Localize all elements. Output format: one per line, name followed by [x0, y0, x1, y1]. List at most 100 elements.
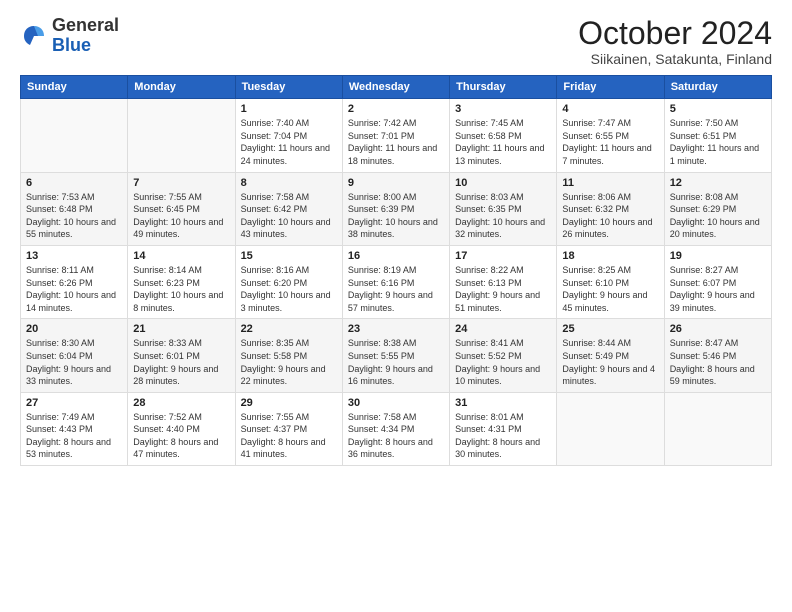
day-info: Sunrise: 8:41 AM Sunset: 5:52 PM Dayligh…: [455, 337, 551, 387]
page-header: General Blue October 2024 Siikainen, Sat…: [20, 16, 772, 67]
table-row: 2Sunrise: 7:42 AM Sunset: 7:01 PM Daylig…: [342, 99, 449, 172]
day-info: Sunrise: 8:11 AM Sunset: 6:26 PM Dayligh…: [26, 264, 122, 314]
table-row: 9Sunrise: 8:00 AM Sunset: 6:39 PM Daylig…: [342, 172, 449, 245]
day-info: Sunrise: 8:47 AM Sunset: 5:46 PM Dayligh…: [670, 337, 766, 387]
day-number: 19: [670, 250, 766, 262]
day-number: 11: [562, 177, 658, 189]
day-number: 24: [455, 323, 551, 335]
table-row: 18 Sunrise: 8:25 AM Sunset: 6:10 PM Dayli…: [557, 245, 664, 318]
logo-text: General Blue: [52, 16, 119, 56]
table-row: 7 Sunrise: 7:55 AM Sunset: 6:45 PM Daylig…: [128, 172, 235, 245]
day-info: Sunrise: 7:58 AM Sunset: 4:34 PM Dayligh…: [348, 411, 444, 461]
table-row: 14Sunrise: 8:14 AM Sunset: 6:23 PM Dayli…: [128, 245, 235, 318]
day-number: 20: [26, 323, 122, 335]
table-row: 17 Sunrise: 8:22 AM Sunset: 6:13 PM Dayli…: [450, 245, 557, 318]
day-info: Sunrise: 8:27 AM Sunset: 6:07 PM Dayligh…: [670, 264, 766, 314]
day-info: Sunrise: 8:25 AM Sunset: 6:10 PM Dayligh…: [562, 264, 658, 314]
day-number: 25: [562, 323, 658, 335]
day-number: 30: [348, 397, 444, 409]
header-wednesday: Wednesday: [342, 76, 449, 99]
table-row: 30 Sunrise: 7:58 AM Sunset: 4:34 PM Dayli…: [342, 392, 449, 465]
day-info: Sunrise: 7:40 AM Sunset: 7:04 PM Dayligh…: [241, 117, 337, 167]
day-number: 7: [133, 177, 229, 189]
table-row: 23 Sunrise: 8:38 AM Sunset: 5:55 PM Dayli…: [342, 319, 449, 392]
day-info: Sunrise: 8:03 AM Sunset: 6:35 PM Dayligh…: [455, 191, 551, 241]
header-monday: Monday: [128, 76, 235, 99]
day-info: Sunrise: 8:30 AM Sunset: 6:04 PM Dayligh…: [26, 337, 122, 387]
day-number: 16: [348, 250, 444, 262]
table-row: 10 Sunrise: 8:03 AM Sunset: 6:35 PM Dayli…: [450, 172, 557, 245]
day-number: 15: [241, 250, 337, 262]
day-number: 29: [241, 397, 337, 409]
calendar-week-row: 27 Sunrise: 7:49 AM Sunset: 4:43 PM Dayli…: [21, 392, 772, 465]
day-number: 18: [562, 250, 658, 262]
table-row: 22 Sunrise: 8:35 AM Sunset: 5:58 PM Dayli…: [235, 319, 342, 392]
table-row: 26 Sunrise: 8:47 AM Sunset: 5:46 PM Dayli…: [664, 319, 771, 392]
day-number: 26: [670, 323, 766, 335]
header-sunday: Sunday: [21, 76, 128, 99]
day-number: 10: [455, 177, 551, 189]
day-number: 23: [348, 323, 444, 335]
calendar-week-row: 6Sunrise: 7:53 AM Sunset: 6:48 PM Daylig…: [21, 172, 772, 245]
table-row: [557, 392, 664, 465]
table-row: 11 Sunrise: 8:06 AM Sunset: 6:32 PM Dayli…: [557, 172, 664, 245]
day-number: 28: [133, 397, 229, 409]
location-subtitle: Siikainen, Satakunta, Finland: [578, 51, 772, 67]
weekday-header-row: Sunday Monday Tuesday Wednesday Thursday…: [21, 76, 772, 99]
table-row: 20 Sunrise: 8:30 AM Sunset: 6:04 PM Dayli…: [21, 319, 128, 392]
calendar-week-row: 1 Sunrise: 7:40 AM Sunset: 7:04 PM Daylig…: [21, 99, 772, 172]
calendar-week-row: 20 Sunrise: 8:30 AM Sunset: 6:04 PM Dayli…: [21, 319, 772, 392]
day-number: 9: [348, 177, 444, 189]
header-thursday: Thursday: [450, 76, 557, 99]
day-number: 27: [26, 397, 122, 409]
day-number: 1: [241, 103, 337, 115]
day-number: 2: [348, 103, 444, 115]
day-number: 31: [455, 397, 551, 409]
day-info: Sunrise: 8:33 AM Sunset: 6:01 PM Dayligh…: [133, 337, 229, 387]
header-saturday: Saturday: [664, 76, 771, 99]
day-info: Sunrise: 7:45 AM Sunset: 6:58 PM Dayligh…: [455, 117, 551, 167]
table-row: 3 Sunrise: 7:45 AM Sunset: 6:58 PM Daylig…: [450, 99, 557, 172]
day-number: 4: [562, 103, 658, 115]
month-title: October 2024: [578, 16, 772, 51]
table-row: 6Sunrise: 7:53 AM Sunset: 6:48 PM Daylig…: [21, 172, 128, 245]
day-info: Sunrise: 8:44 AM Sunset: 5:49 PM Dayligh…: [562, 337, 658, 387]
logo: General Blue: [20, 16, 119, 56]
day-number: 3: [455, 103, 551, 115]
day-number: 13: [26, 250, 122, 262]
day-info: Sunrise: 7:52 AM Sunset: 4:40 PM Dayligh…: [133, 411, 229, 461]
day-info: Sunrise: 8:19 AM Sunset: 6:16 PM Dayligh…: [348, 264, 444, 314]
day-info: Sunrise: 8:38 AM Sunset: 5:55 PM Dayligh…: [348, 337, 444, 387]
day-info: Sunrise: 7:58 AM Sunset: 6:42 PM Dayligh…: [241, 191, 337, 241]
table-row: 21 Sunrise: 8:33 AM Sunset: 6:01 PM Dayli…: [128, 319, 235, 392]
day-info: Sunrise: 7:47 AM Sunset: 6:55 PM Dayligh…: [562, 117, 658, 167]
title-block: October 2024 Siikainen, Satakunta, Finla…: [578, 16, 772, 67]
day-number: 5: [670, 103, 766, 115]
day-info: Sunrise: 8:22 AM Sunset: 6:13 PM Dayligh…: [455, 264, 551, 314]
header-friday: Friday: [557, 76, 664, 99]
table-row: [664, 392, 771, 465]
table-row: [21, 99, 128, 172]
day-number: 21: [133, 323, 229, 335]
day-info: Sunrise: 7:53 AM Sunset: 6:48 PM Dayligh…: [26, 191, 122, 241]
header-tuesday: Tuesday: [235, 76, 342, 99]
table-row: 12Sunrise: 8:08 AM Sunset: 6:29 PM Dayli…: [664, 172, 771, 245]
table-row: 25 Sunrise: 8:44 AM Sunset: 5:49 PM Dayli…: [557, 319, 664, 392]
day-info: Sunrise: 8:35 AM Sunset: 5:58 PM Dayligh…: [241, 337, 337, 387]
table-row: 19 Sunrise: 8:27 AM Sunset: 6:07 PM Dayli…: [664, 245, 771, 318]
day-info: Sunrise: 7:49 AM Sunset: 4:43 PM Dayligh…: [26, 411, 122, 461]
day-info: Sunrise: 8:14 AM Sunset: 6:23 PM Dayligh…: [133, 264, 229, 314]
day-info: Sunrise: 7:55 AM Sunset: 4:37 PM Dayligh…: [241, 411, 337, 461]
day-number: 8: [241, 177, 337, 189]
table-row: 28 Sunrise: 7:52 AM Sunset: 4:40 PM Dayli…: [128, 392, 235, 465]
day-number: 17: [455, 250, 551, 262]
table-row: 4 Sunrise: 7:47 AM Sunset: 6:55 PM Daylig…: [557, 99, 664, 172]
table-row: 16 Sunrise: 8:19 AM Sunset: 6:16 PM Dayli…: [342, 245, 449, 318]
table-row: 31Sunrise: 8:01 AM Sunset: 4:31 PM Dayli…: [450, 392, 557, 465]
table-row: 5 Sunrise: 7:50 AM Sunset: 6:51 PM Daylig…: [664, 99, 771, 172]
day-info: Sunrise: 8:06 AM Sunset: 6:32 PM Dayligh…: [562, 191, 658, 241]
table-row: 27 Sunrise: 7:49 AM Sunset: 4:43 PM Dayli…: [21, 392, 128, 465]
day-info: Sunrise: 7:50 AM Sunset: 6:51 PM Dayligh…: [670, 117, 766, 167]
day-info: Sunrise: 7:55 AM Sunset: 6:45 PM Dayligh…: [133, 191, 229, 241]
day-number: 22: [241, 323, 337, 335]
